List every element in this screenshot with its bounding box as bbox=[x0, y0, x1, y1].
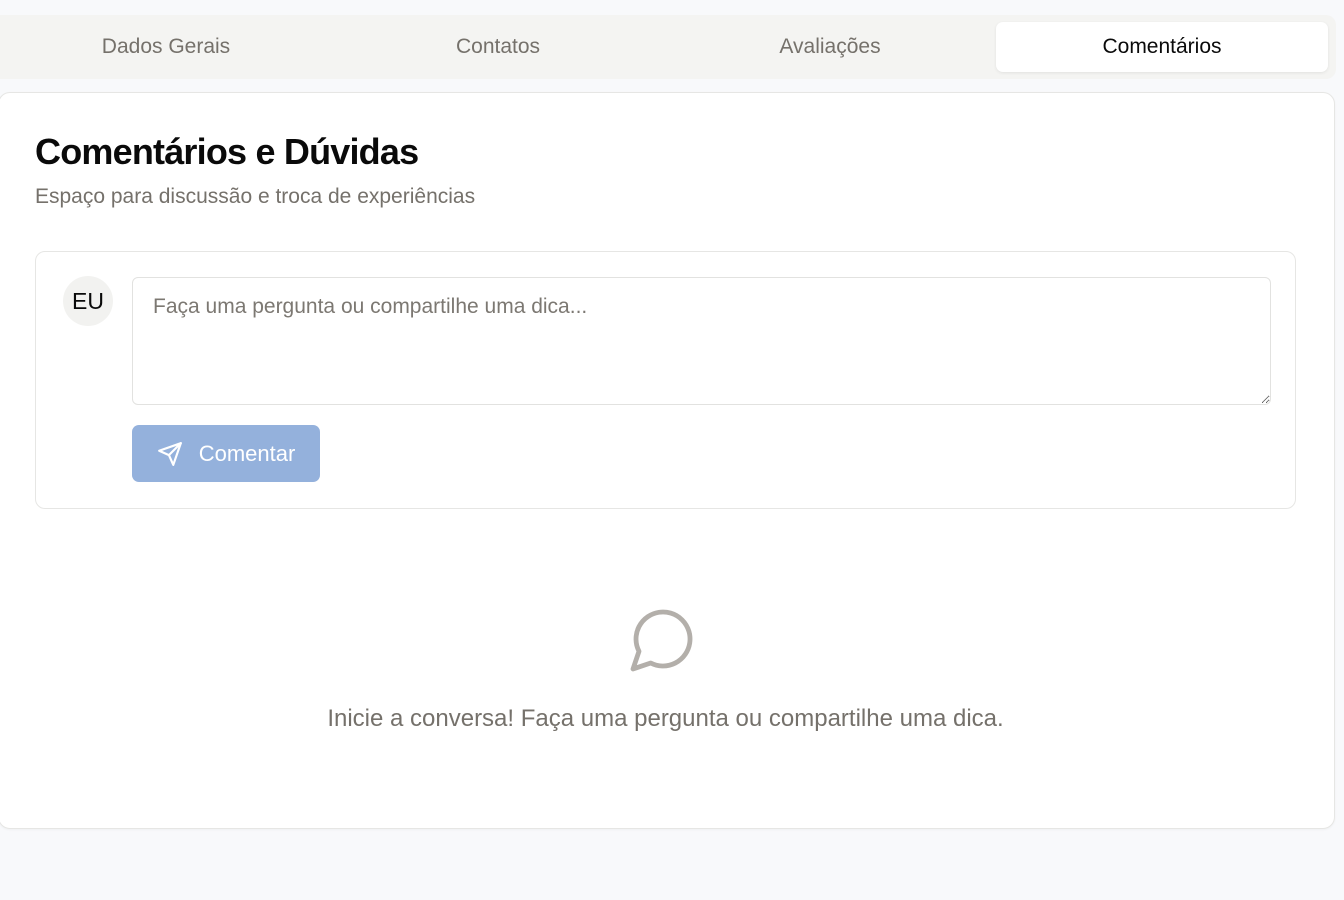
section-subtitle: Espaço para discussão e troca de experiê… bbox=[35, 185, 476, 208]
tab-bar: Dados Gerais Contatos Avaliações Comentá… bbox=[0, 15, 1336, 79]
comment-submit-label: Comentar bbox=[198, 440, 296, 466]
send-icon bbox=[157, 441, 183, 467]
avatar: EU bbox=[63, 276, 113, 326]
comment-submit-button[interactable]: Comentar bbox=[132, 425, 320, 482]
tab-contatos[interactable]: Contatos bbox=[332, 22, 664, 72]
comment-input[interactable] bbox=[132, 277, 1271, 405]
tab-dados-gerais[interactable]: Dados Gerais bbox=[0, 22, 332, 72]
comment-composer: EU Comentar bbox=[35, 251, 1296, 509]
comments-card: Comentários e Dúvidas Espaço para discus… bbox=[0, 92, 1335, 829]
tab-avaliacoes[interactable]: Avaliações bbox=[664, 22, 996, 72]
empty-state-text: Inicie a conversa! Faça uma pergunta ou … bbox=[327, 705, 1004, 732]
message-circle-icon bbox=[627, 603, 699, 675]
section-title: Comentários e Dúvidas bbox=[35, 131, 419, 172]
tab-comentarios[interactable]: Comentários bbox=[996, 22, 1328, 72]
